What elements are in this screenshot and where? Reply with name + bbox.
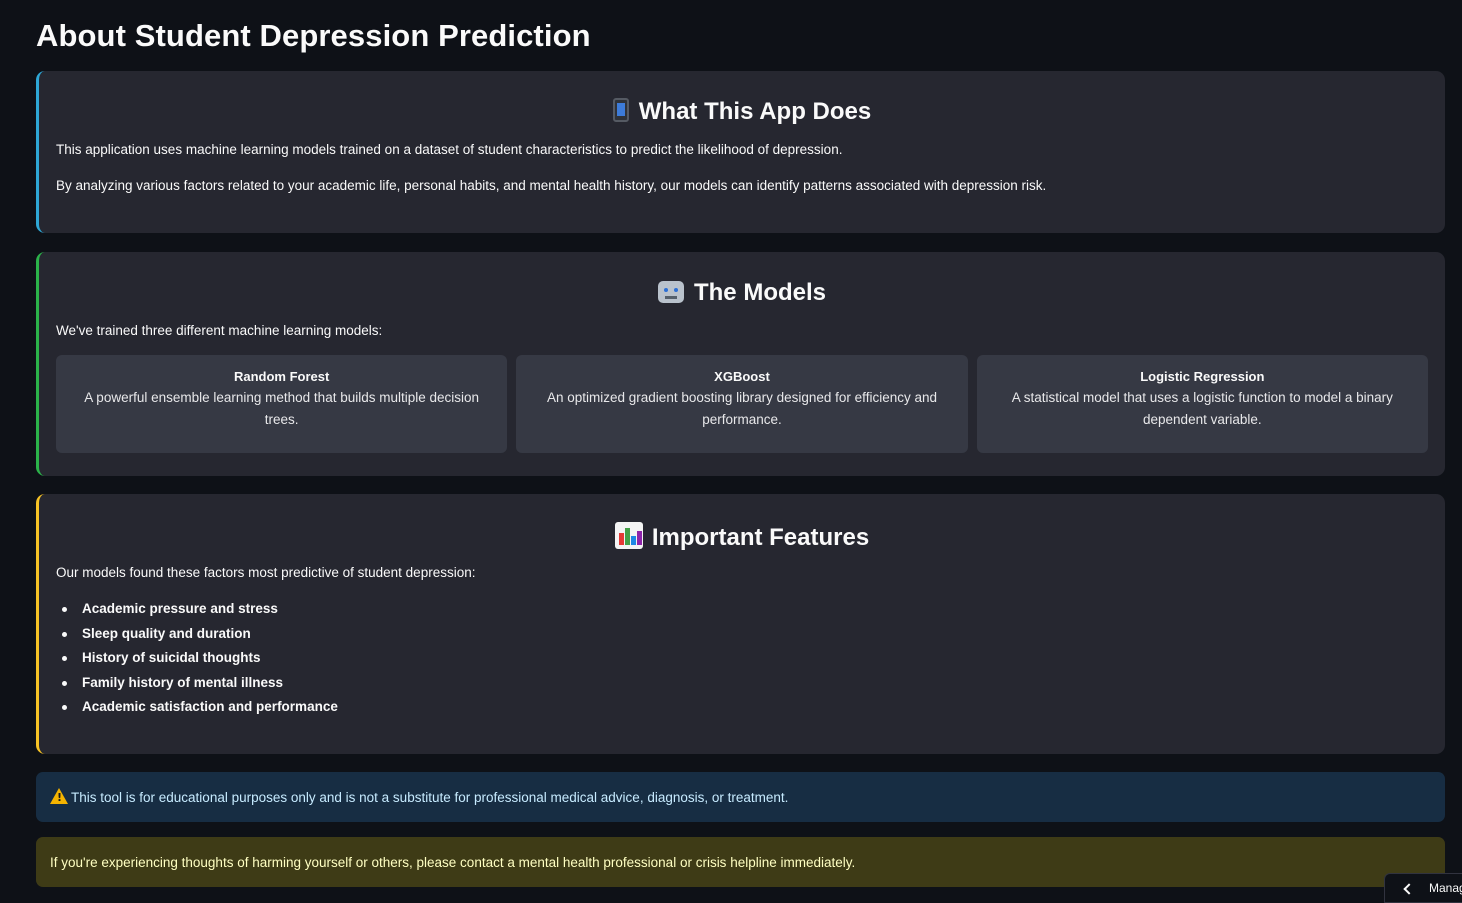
what-app-does-card: What This App Does This application uses… xyxy=(36,71,1445,233)
warning-icon xyxy=(50,788,68,804)
model-name: Logistic Regression xyxy=(1140,369,1265,384)
what-app-does-paragraph-2: By analyzing various factors related to … xyxy=(56,178,1047,193)
list-item: History of suicidal thoughts xyxy=(56,646,1428,671)
model-description: A statistical model that uses a logistic… xyxy=(1011,390,1393,427)
model-description: A powerful ensemble learning method that… xyxy=(84,390,480,427)
features-list: Academic pressure and stress Sleep quali… xyxy=(56,597,1428,720)
list-item: Academic satisfaction and performance xyxy=(56,695,1428,720)
list-item: Academic pressure and stress xyxy=(56,597,1428,622)
models-title: The Models xyxy=(56,279,1428,307)
list-item: Family history of mental illness xyxy=(56,671,1428,696)
list-item: Sleep quality and duration xyxy=(56,622,1428,647)
page-title: About Student Depression Prediction xyxy=(36,18,591,53)
model-card-random-forest: Random Forest A powerful ensemble learni… xyxy=(56,355,508,453)
features-title: Important Features xyxy=(56,522,1428,552)
model-card-logistic-regression: Logistic Regression A statistical model … xyxy=(976,355,1428,453)
robot-icon xyxy=(657,281,684,303)
crisis-helpline-alert: If you're experiencing thoughts of harmi… xyxy=(36,837,1445,887)
crisis-helpline-text: If you're experiencing thoughts of harmi… xyxy=(50,854,856,870)
models-intro: We've trained three different machine le… xyxy=(56,323,383,338)
features-card: Important Features Our models found thes… xyxy=(36,494,1445,754)
what-app-does-title-text: What This App Does xyxy=(638,98,872,125)
manage-app-button[interactable]: Manag xyxy=(1384,873,1462,903)
features-intro: Our models found these factors most pred… xyxy=(56,565,476,580)
model-name: XGBoost xyxy=(714,369,770,384)
educational-disclaimer-alert: This tool is for educational purposes on… xyxy=(36,772,1445,822)
what-app-does-paragraph-1: This application uses machine learning m… xyxy=(56,142,843,157)
models-card: The Models We've trained three different… xyxy=(36,252,1445,476)
model-card-xgboost: XGBoost An optimized gradient boosting l… xyxy=(516,355,968,453)
model-name: Random Forest xyxy=(233,369,330,384)
models-row: Random Forest A powerful ensemble learni… xyxy=(56,355,1428,453)
educational-disclaimer-text: This tool is for educational purposes on… xyxy=(71,789,789,805)
model-description: An optimized gradient boosting library d… xyxy=(547,390,937,427)
chevron-left-icon xyxy=(1403,883,1415,895)
mobile-phone-icon xyxy=(612,98,629,122)
bar-chart-icon xyxy=(614,522,643,549)
models-title-text: The Models xyxy=(693,279,826,306)
manage-app-label: Manag xyxy=(1429,881,1462,895)
features-title-text: Important Features xyxy=(651,524,870,551)
what-app-does-title: What This App Does xyxy=(56,98,1428,126)
